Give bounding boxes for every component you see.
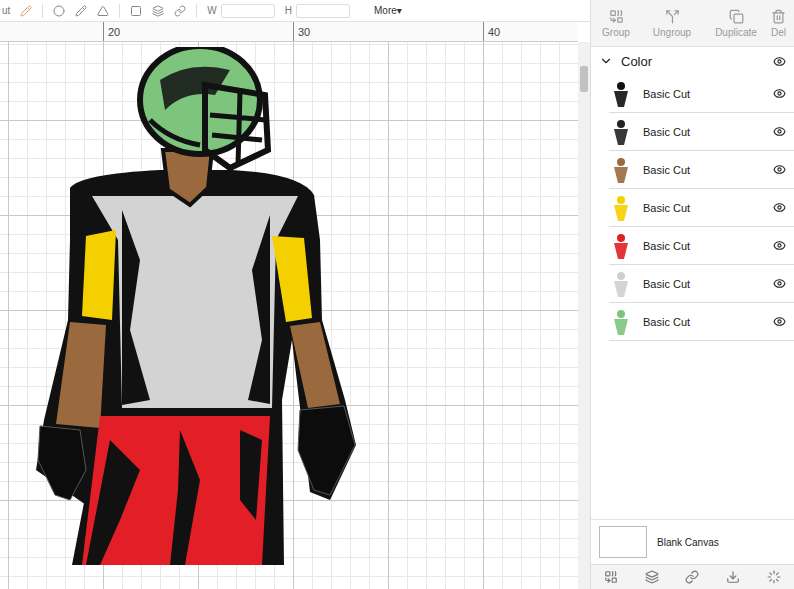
layer-group-label: Color (621, 54, 765, 69)
layer-label: Basic Cut (643, 316, 763, 328)
layer-row[interactable]: Basic Cut (609, 189, 794, 227)
layer-action-button[interactable]: Group (591, 0, 641, 46)
layer-thumbnail (609, 194, 633, 222)
align-icon (130, 5, 142, 17)
layer-row[interactable]: Basic Cut (609, 75, 794, 113)
layer-thumbnail (609, 80, 633, 108)
chevron-down-icon (599, 54, 613, 68)
toolbar-separator (119, 4, 120, 18)
eye-icon (773, 163, 786, 176)
width-label: W (207, 5, 216, 16)
eye-icon (773, 55, 786, 68)
canvas-area (0, 42, 590, 589)
eye-icon (773, 277, 786, 290)
toolbar-separator (42, 4, 43, 18)
layer-row[interactable]: Basic Cut (609, 151, 794, 189)
eye-icon (773, 315, 786, 328)
layer-action-button[interactable]: Del (769, 0, 794, 46)
layer-action-button[interactable]: Duplicate (703, 0, 769, 46)
flatten-icon (726, 570, 740, 584)
arrange-icon (152, 5, 164, 17)
layer-label: Basic Cut (643, 278, 763, 290)
layer-thumbnail-icon (611, 157, 631, 183)
layer-action-icon (665, 9, 680, 24)
football-player-figure[interactable] (25, 47, 365, 577)
layer-action-icon (771, 9, 786, 24)
eye-icon (773, 87, 786, 100)
shape-icon (97, 5, 109, 17)
top-toolbar: ut W H More▾ (0, 0, 590, 22)
pen-icon (20, 5, 32, 17)
canvas-swatch[interactable] (599, 526, 647, 558)
eye-icon (773, 125, 786, 138)
layer-group-header[interactable]: Color (591, 47, 794, 75)
layer-label: Basic Cut (643, 88, 763, 100)
layer-thumbnail-icon (611, 119, 631, 145)
ruler-tick: 20 (103, 22, 293, 41)
layer-thumbnail-icon (611, 81, 631, 107)
attach-icon (685, 570, 699, 584)
flip-icon (174, 5, 186, 17)
layer-thumbnail (609, 118, 633, 146)
layer-row[interactable]: Basic Cut (609, 227, 794, 265)
contour-icon (767, 570, 781, 584)
blank-canvas-row[interactable]: Blank Canvas (591, 519, 794, 564)
vertical-scrollbar[interactable] (578, 42, 590, 589)
layer-thumbnail (609, 308, 633, 336)
edit-icon (75, 5, 87, 17)
blank-canvas-label: Blank Canvas (657, 537, 719, 548)
slice-icon (604, 570, 618, 584)
height-input[interactable] (296, 4, 350, 18)
layer-label: Basic Cut (643, 126, 763, 138)
layer-thumbnail-icon (611, 195, 631, 221)
offset-icon (53, 5, 65, 17)
layer-thumbnail (609, 232, 633, 260)
layer-row[interactable]: Basic Cut (609, 303, 794, 341)
design-space-window: ut W H More▾ 203040 GroupUngroupDuplicateDel C… (0, 0, 794, 589)
more-menu[interactable]: More▾ (374, 5, 402, 16)
width-input[interactable] (221, 4, 275, 18)
scrollbar-thumb[interactable] (580, 66, 588, 92)
layer-label: Basic Cut (643, 202, 763, 214)
layer-label: Basic Cut (643, 164, 763, 176)
layer-thumbnail-icon (611, 271, 631, 297)
canvas-column: ut W H More▾ 203040 (0, 0, 590, 589)
layer-action-icon (609, 9, 624, 24)
panel-bottom-bar (591, 564, 794, 589)
design-canvas[interactable] (0, 42, 578, 589)
layer-actions-bar: GroupUngroupDuplicateDel (591, 0, 794, 47)
layer-thumbnail (609, 156, 633, 184)
layer-row[interactable]: Basic Cut (609, 265, 794, 303)
height-field[interactable]: H (285, 4, 350, 18)
layer-label: Basic Cut (643, 240, 763, 252)
combine-icon (645, 570, 659, 584)
width-field[interactable]: W (207, 4, 274, 18)
layer-thumbnail (609, 270, 633, 298)
layer-thumbnail-icon (611, 233, 631, 259)
layer-action-icon (729, 9, 744, 24)
operation-dropdown[interactable]: ut (2, 5, 10, 16)
ruler-tick: 30 (293, 22, 483, 41)
layer-thumbnail-icon (611, 309, 631, 335)
height-label: H (285, 5, 292, 16)
layer-action-button[interactable]: Ungroup (641, 0, 703, 46)
layers-panel: GroupUngroupDuplicateDel Color Basic Cut Ba… (590, 0, 794, 589)
layer-row[interactable]: Basic Cut (609, 113, 794, 151)
eye-icon (773, 201, 786, 214)
horizontal-ruler: 203040 (0, 22, 578, 42)
toolbar-separator (196, 4, 197, 18)
eye-icon (773, 239, 786, 252)
